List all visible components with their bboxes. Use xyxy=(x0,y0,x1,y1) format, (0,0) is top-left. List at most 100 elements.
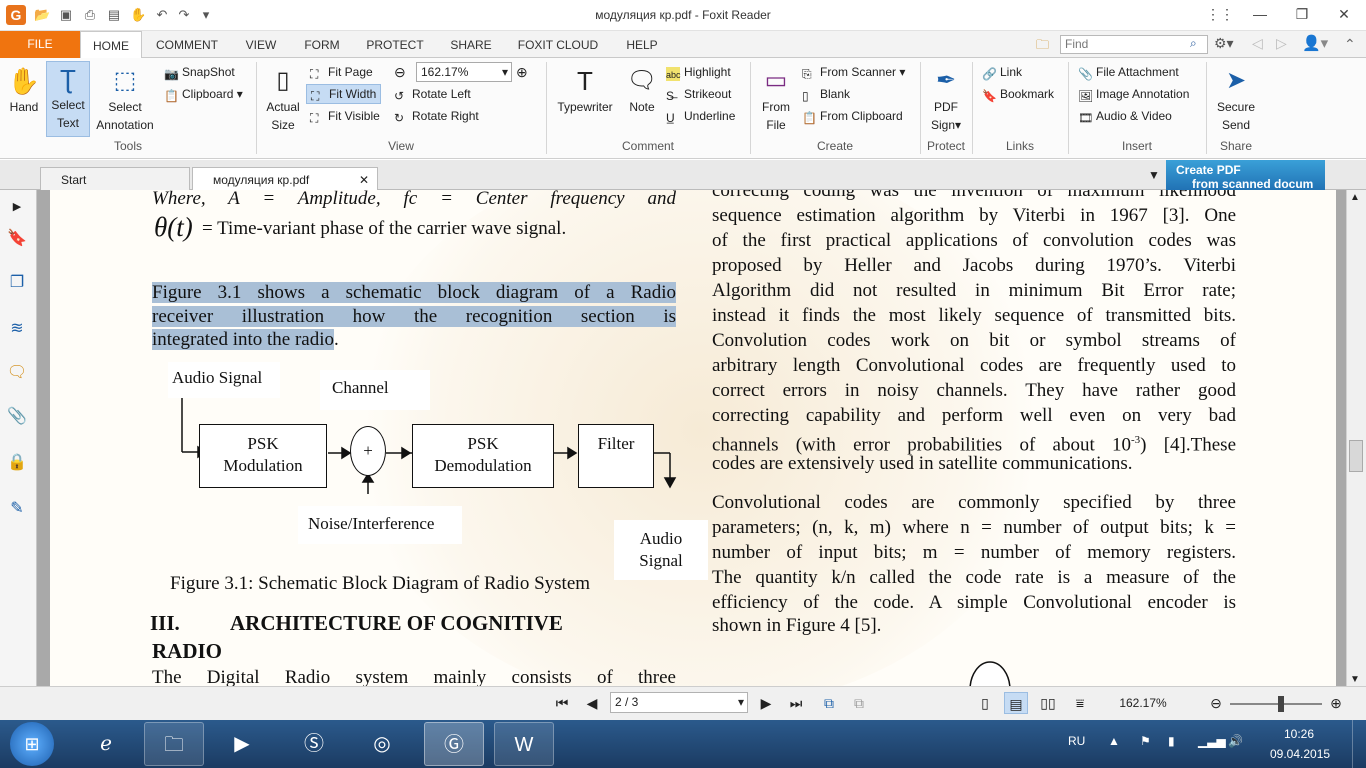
battery-icon[interactable]: ▮ xyxy=(1168,734,1175,748)
last-page-icon[interactable]: ⏭ xyxy=(786,692,806,714)
security-panel-icon[interactable]: 🔒 xyxy=(6,452,28,474)
note-button[interactable]: 🗨 Note xyxy=(622,64,662,116)
continuous-facing-icon[interactable]: ⩸ xyxy=(1068,692,1092,714)
rotate-left-button[interactable]: ↺ Rotate Left xyxy=(394,86,471,103)
previous-view-icon[interactable]: ⧉ xyxy=(818,692,840,714)
next-page-icon[interactable]: ▶ xyxy=(756,692,776,714)
hand-button[interactable]: ✋ Hand xyxy=(6,64,42,116)
blank-button[interactable]: ▯ Blank xyxy=(802,86,850,103)
tab-comment[interactable]: COMMENT xyxy=(146,31,228,58)
tab-share[interactable]: SHARE xyxy=(442,31,500,58)
continuous-page-icon[interactable]: ▤ xyxy=(1004,692,1028,714)
tab-form[interactable]: FORM xyxy=(296,31,348,58)
file-attachment-button[interactable]: 📎 File Attachment xyxy=(1078,64,1179,81)
signatures-panel-icon[interactable]: ✎ xyxy=(6,498,28,520)
image-annotation-button[interactable]: 🖼 Image Annotation xyxy=(1078,86,1189,103)
create-pdf-banner[interactable]: Create PDF from scanned docum xyxy=(1166,160,1325,192)
zoom-select[interactable]: 162.17% ▾ xyxy=(416,62,512,82)
fit-width-button[interactable]: ⛶ Fit Width xyxy=(306,84,382,104)
zoom-in-status-icon[interactable]: ⊕ xyxy=(1326,692,1346,714)
tab-view[interactable]: VIEW xyxy=(236,31,286,58)
chrome-icon[interactable]: ◎ xyxy=(352,722,412,766)
select-annotation-button[interactable]: ⬚ Select Annotation xyxy=(94,64,156,134)
vertical-scrollbar[interactable] xyxy=(1346,190,1366,686)
expand-panel-icon[interactable]: ▶ xyxy=(6,196,28,218)
minimize-button[interactable]: — xyxy=(1250,5,1270,23)
bookmarks-panel-icon[interactable]: 🔖 xyxy=(6,228,28,250)
file-explorer-icon[interactable]: 🗀 xyxy=(144,722,204,766)
tab-home[interactable]: HOME xyxy=(80,31,142,59)
volume-icon[interactable]: 🔊 xyxy=(1228,734,1243,748)
media-player-icon[interactable]: ▶ xyxy=(212,722,272,766)
previous-page-icon[interactable]: ◀ xyxy=(582,692,602,714)
typewriter-button[interactable]: T Typewriter xyxy=(552,64,618,116)
first-page-icon[interactable]: ⏮ xyxy=(552,692,572,714)
word-icon[interactable]: W xyxy=(494,722,554,766)
fit-visible-button[interactable]: ⛶ Fit Visible xyxy=(310,108,380,125)
underline-button[interactable]: U̲ Underline xyxy=(666,108,735,125)
tab-protect[interactable]: PROTECT xyxy=(356,31,434,58)
foxit-reader-icon[interactable]: Ⓖ xyxy=(424,722,484,766)
strikeout-button[interactable]: S̶ Strikeout xyxy=(666,86,731,103)
actual-size-button[interactable]: ▯ Actual Size xyxy=(262,64,304,134)
pdf-sign-button[interactable]: ✒ PDF Sign▾ xyxy=(924,64,968,134)
scroll-down-icon[interactable]: ▼ xyxy=(1350,674,1360,685)
pdf-page[interactable]: Where, A = Amplitude, fc = Center freque… xyxy=(50,190,1336,686)
zoom-out-status-icon[interactable]: ⊖ xyxy=(1206,692,1226,714)
from-file-button[interactable]: ▭ From File xyxy=(756,64,796,134)
prev-result-icon[interactable]: ◁ xyxy=(1252,35,1263,52)
zoom-slider-handle[interactable] xyxy=(1278,696,1284,712)
skype-icon[interactable]: Ⓢ xyxy=(284,722,344,766)
clock-date[interactable]: 09.04.2015 xyxy=(1270,747,1330,761)
user-icon[interactable]: 👤▾ xyxy=(1302,34,1328,52)
audio-video-button[interactable]: 🎞 Audio & Video xyxy=(1078,108,1172,125)
from-clipboard-button[interactable]: 📋 From Clipboard xyxy=(802,108,903,125)
internet-explorer-icon[interactable]: ℯ xyxy=(76,722,136,766)
next-result-icon[interactable]: ▷ xyxy=(1276,35,1287,52)
comments-panel-icon[interactable]: 🗨 xyxy=(6,362,28,384)
bookmark-button[interactable]: 🔖 Bookmark xyxy=(982,86,1054,103)
settings-icon[interactable]: ⚙▾ xyxy=(1214,35,1234,52)
scrollbar-thumb[interactable] xyxy=(1349,440,1363,472)
select-text-button[interactable]: Ʈ Select Text xyxy=(46,61,90,137)
clipboard-button[interactable]: 📋 Clipboard ▾ xyxy=(164,86,243,103)
zoom-slider-track[interactable] xyxy=(1230,703,1322,705)
start-button-icon[interactable]: ⊞ xyxy=(10,722,54,766)
show-desktop-button[interactable] xyxy=(1352,720,1366,768)
tab-start[interactable]: Start xyxy=(40,167,190,190)
language-indicator[interactable]: RU xyxy=(1068,734,1085,748)
fit-page-button[interactable]: ⛶ Fit Page xyxy=(310,64,373,81)
maximize-button[interactable]: ❐ xyxy=(1292,5,1312,23)
zoom-in-icon[interactable]: ⊕ xyxy=(516,64,528,81)
search-icon[interactable]: ⌕ xyxy=(1190,36,1197,51)
highlight-button[interactable]: abc Highlight xyxy=(666,64,731,81)
folder-search-icon[interactable]: 🗀 xyxy=(1036,36,1049,58)
scroll-up-icon[interactable]: ▲ xyxy=(1350,192,1360,203)
tab-foxit-cloud[interactable]: FOXIT CLOUD xyxy=(508,31,608,58)
tab-list-icon[interactable]: ▼ xyxy=(1148,168,1160,182)
network-icon[interactable]: ▁▃▅ xyxy=(1198,734,1226,748)
rotate-right-button[interactable]: ↻ Rotate Right xyxy=(394,108,479,125)
show-hidden-icons-icon[interactable]: ▲ xyxy=(1108,734,1120,748)
secure-send-button[interactable]: ➤ Secure Send xyxy=(1210,64,1262,134)
facing-page-icon[interactable]: ▯▯ xyxy=(1036,692,1060,714)
tab-help[interactable]: HELP xyxy=(618,31,666,58)
collapse-ribbon-icon[interactable]: ⌃ xyxy=(1344,36,1356,53)
action-center-icon[interactable]: ⚑ xyxy=(1140,734,1151,748)
from-scanner-button[interactable]: ⎘ From Scanner ▾ xyxy=(802,64,905,81)
close-button[interactable]: ✕ xyxy=(1334,5,1354,23)
attachments-panel-icon[interactable]: 📎 xyxy=(6,406,28,428)
page-number-input[interactable]: 2 / 3 ▾ xyxy=(610,692,748,713)
snapshot-button[interactable]: 📷 SnapShot xyxy=(164,64,235,81)
clock-time[interactable]: 10:26 xyxy=(1284,727,1314,741)
file-tab[interactable]: FILE xyxy=(0,31,80,58)
single-page-icon[interactable]: ▯ xyxy=(974,692,996,714)
tab-document[interactable]: модуляция кр.pdf ✕ xyxy=(192,167,378,191)
document-view[interactable]: Where, A = Amplitude, fc = Center freque… xyxy=(37,190,1346,686)
zoom-out-icon[interactable]: ⊖ xyxy=(394,64,406,81)
pages-panel-icon[interactable]: ❐ xyxy=(6,272,28,294)
close-tab-icon[interactable]: ✕ xyxy=(359,168,369,192)
ribbon-toggle-icon[interactable]: ⋮⋮ xyxy=(1206,5,1234,23)
find-input[interactable]: Find xyxy=(1060,35,1208,54)
link-button[interactable]: 🔗 Link xyxy=(982,64,1022,81)
